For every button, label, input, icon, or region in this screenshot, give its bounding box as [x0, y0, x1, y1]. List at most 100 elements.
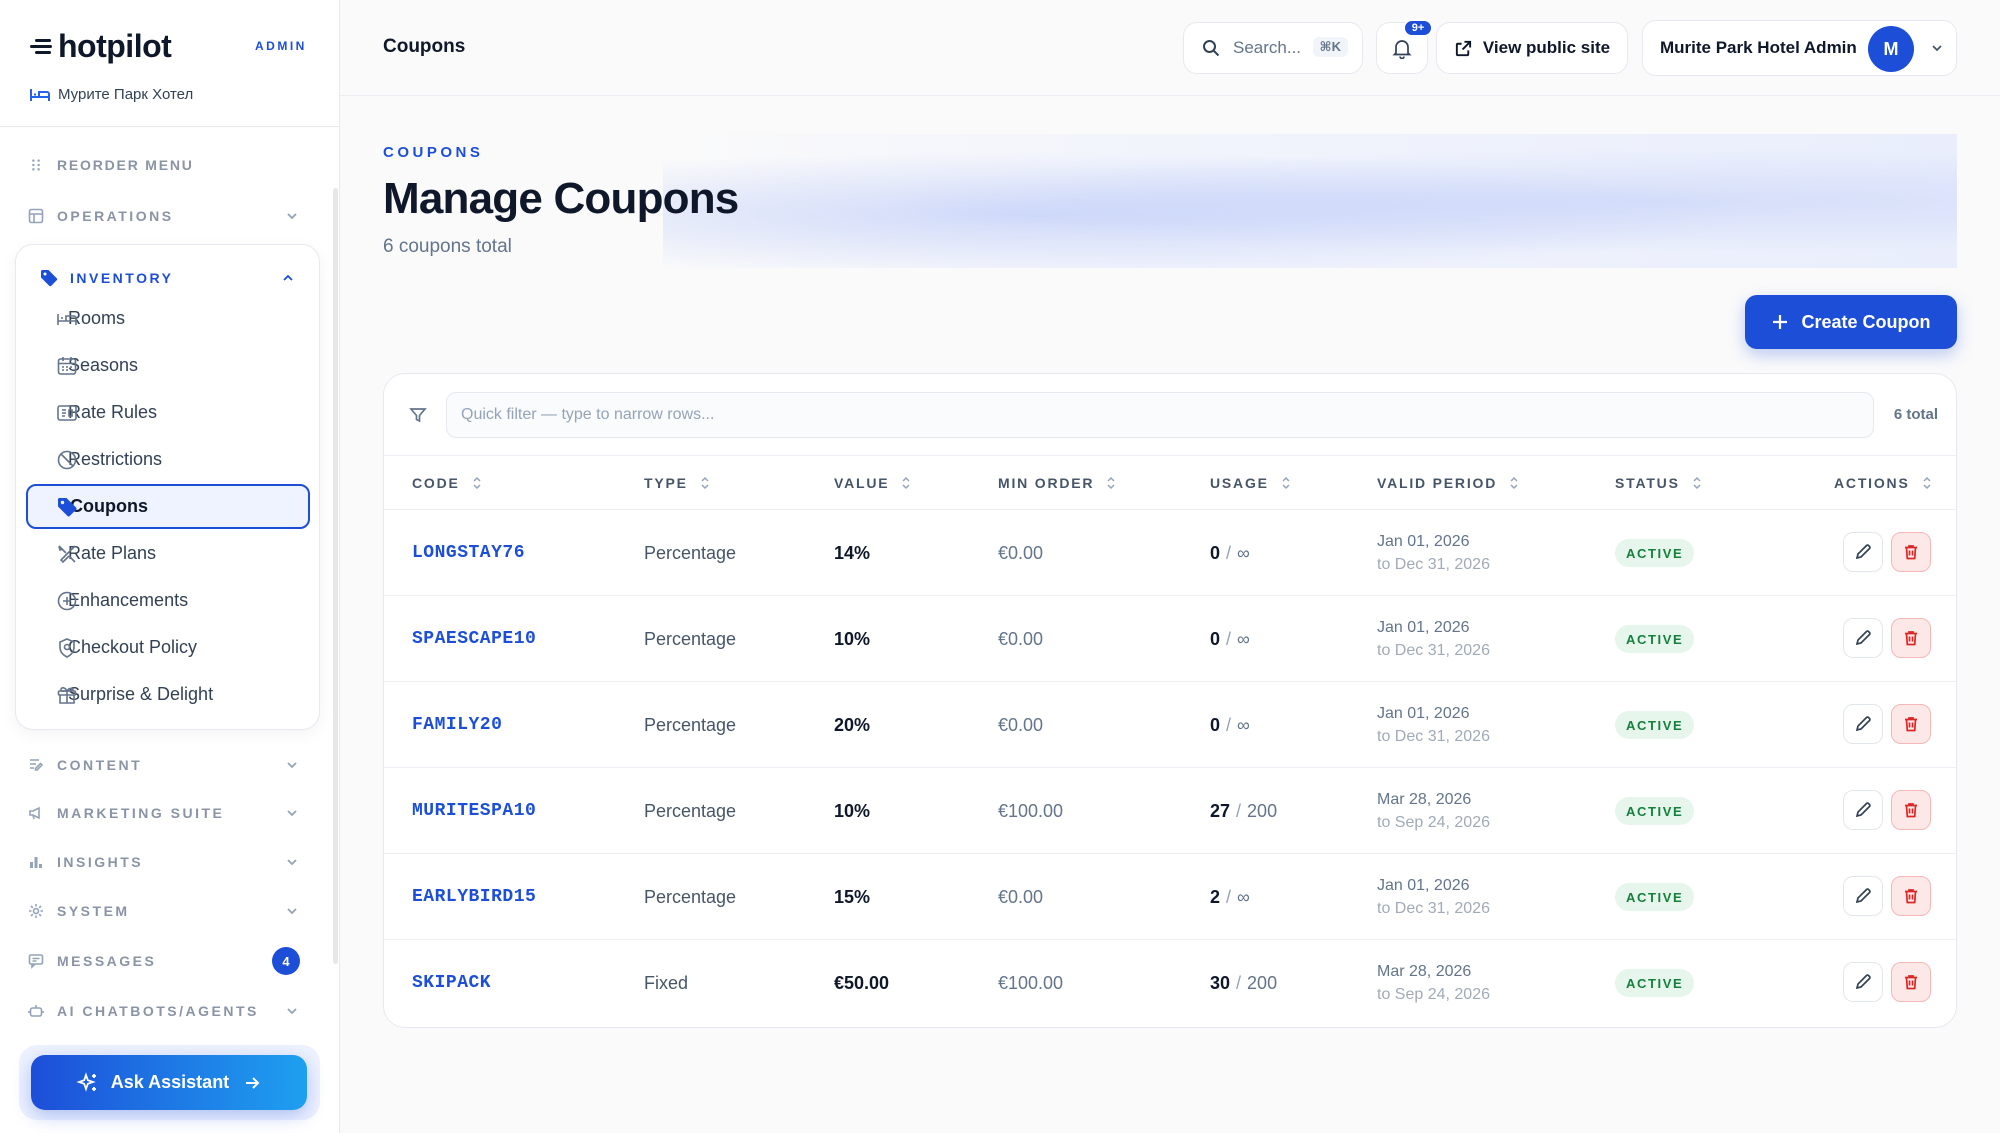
sidebar-item-rooms[interactable]: Rooms — [26, 296, 310, 341]
gear-icon — [28, 903, 44, 919]
table-row[interactable]: EARLYBIRD15 Percentage 15% €0.00 2/∞ Jan… — [384, 854, 1956, 940]
avatar: M — [1868, 26, 1914, 72]
sidebar-scrollbar[interactable] — [333, 188, 338, 964]
nav-section-system[interactable]: SYSTEM — [28, 898, 310, 924]
pencil-icon — [1855, 630, 1871, 646]
table-row[interactable]: MURITESPA10 Percentage 10% €100.00 27/20… — [384, 768, 1956, 854]
trash-icon — [1905, 631, 1917, 646]
nav-section-inventory[interactable]: INVENTORY — [40, 265, 302, 291]
column-header-valid-period[interactable]: VALID PERIOD — [1377, 475, 1519, 491]
column-header-status[interactable]: STATUS — [1615, 475, 1702, 491]
coupon-valid-period: Jan 01, 2026 to Dec 31, 2026 — [1377, 596, 1490, 682]
nav-section-insights[interactable]: INSIGHTS — [28, 849, 310, 875]
sort-icon — [701, 476, 709, 490]
sidebar-item-rate-plans[interactable]: Rate Plans — [26, 531, 310, 576]
tag-icon — [41, 270, 58, 287]
delete-coupon-button[interactable] — [1891, 876, 1931, 916]
ask-assistant-button[interactable]: Ask Assistant — [31, 1055, 307, 1110]
account-menu[interactable]: Murite Park Hotel Admin M — [1642, 20, 1957, 76]
hero-decoration — [663, 134, 1957, 268]
hotel-selector[interactable]: Мурите Парк Хотел — [30, 86, 193, 103]
notifications-button[interactable]: 9+ — [1376, 19, 1433, 74]
nav-section-messages[interactable]: MESSAGES 4 — [28, 947, 310, 975]
bed-icon — [57, 314, 77, 325]
sidebar-item-checkout-policy[interactable]: Checkout Policy — [26, 625, 310, 670]
edit-coupon-button[interactable] — [1843, 532, 1883, 572]
pencil-icon — [1855, 888, 1871, 904]
coupon-usage: 27/200 — [1210, 768, 1277, 854]
delete-coupon-button[interactable] — [1891, 532, 1931, 572]
nav-section-content[interactable]: CONTENT — [28, 752, 310, 778]
coupon-code-link[interactable]: SKIPACK — [412, 940, 491, 1026]
chevron-down-icon — [287, 213, 297, 220]
usage-limit: ∞ — [1237, 886, 1250, 907]
search-button[interactable]: Search... ⌘K — [1183, 22, 1363, 74]
logo-icon — [30, 38, 52, 54]
bed-icon — [30, 88, 50, 101]
coupon-code-link[interactable]: EARLYBIRD15 — [412, 854, 536, 940]
coupon-code-link[interactable]: FAMILY20 — [412, 682, 502, 768]
column-header-actions[interactable]: ACTIONS — [1834, 475, 1932, 491]
column-header-type[interactable]: TYPE — [644, 475, 710, 491]
edit-coupon-button[interactable] — [1843, 618, 1883, 658]
coupon-valid-period: Jan 01, 2026 to Dec 31, 2026 — [1377, 854, 1490, 940]
create-coupon-button[interactable]: Create Coupon — [1745, 295, 1957, 349]
delete-coupon-button[interactable] — [1891, 790, 1931, 830]
coupon-code-link[interactable]: MURITESPA10 — [412, 768, 536, 854]
valid-to: to Sep 24, 2026 — [1377, 986, 1490, 1003]
external-link-icon — [1455, 40, 1471, 56]
valid-to: to Dec 31, 2026 — [1377, 556, 1490, 573]
sidebar-item-enhancements[interactable]: Enhancements — [26, 578, 310, 623]
nav-section-ai-chatbots[interactable]: AI CHATBOTS/AGENTS — [28, 998, 310, 1024]
quick-filter-input[interactable] — [446, 392, 1874, 438]
column-header-min-order[interactable]: MIN ORDER — [998, 475, 1116, 491]
edit-coupon-button[interactable] — [1843, 962, 1883, 1002]
valid-from: Mar 28, 2026 — [1377, 963, 1472, 980]
insights-label: INSIGHTS — [57, 854, 144, 870]
coupon-code-link[interactable]: SPAESCAPE10 — [412, 596, 536, 682]
brand-logo[interactable]: hotpilot — [30, 26, 172, 66]
sort-icon — [902, 476, 910, 490]
reorder-label: REORDER MENU — [57, 157, 194, 173]
coupon-code-link[interactable]: LONGSTAY76 — [412, 510, 525, 596]
edit-coupon-button[interactable] — [1843, 876, 1883, 916]
coupon-min-order: €0.00 — [998, 628, 1044, 649]
edit-coupon-button[interactable] — [1843, 704, 1883, 744]
column-header-value[interactable]: VALUE — [834, 475, 911, 491]
sidebar-item-rate-rules[interactable]: Rate Rules — [26, 390, 310, 435]
delete-coupon-button[interactable] — [1891, 704, 1931, 744]
table-header: CODE TYPE VALUE MIN ORDER USAGE VALID PE… — [384, 456, 1956, 510]
robot-icon — [28, 1003, 44, 1019]
sidebar-item-restrictions[interactable]: Restrictions — [26, 437, 310, 482]
reorder-menu-button[interactable]: REORDER MENU — [28, 152, 310, 178]
trash-icon — [1905, 889, 1917, 904]
nav-section-marketing-suite[interactable]: MARKETING SUITE — [28, 800, 310, 826]
coupon-type: Percentage — [644, 800, 737, 821]
table-row[interactable]: SKIPACK Fixed €50.00 €100.00 30/200 Mar … — [384, 940, 1956, 1026]
table-row[interactable]: SPAESCAPE10 Percentage 10% €0.00 0/∞ Jan… — [384, 596, 1956, 682]
coupon-value: 10% — [834, 628, 871, 649]
coupon-type: Percentage — [644, 628, 737, 649]
view-public-site-button[interactable]: View public site — [1436, 22, 1628, 74]
sidebar-item-surprise-delight[interactable]: Surprise & Delight — [26, 672, 310, 717]
usage-separator: / — [1236, 972, 1242, 993]
delete-coupon-button[interactable] — [1891, 618, 1931, 658]
status-badge: ACTIVE — [1615, 797, 1695, 825]
column-label: STATUS — [1615, 475, 1680, 491]
sidebar-item-coupons[interactable]: Coupons — [26, 484, 310, 529]
column-header-usage[interactable]: USAGE — [1210, 475, 1291, 491]
sort-icon — [1923, 476, 1931, 490]
edit-coupon-button[interactable] — [1843, 790, 1883, 830]
usage-count: 30 — [1210, 972, 1231, 993]
sort-icon — [1510, 476, 1518, 490]
nav-section-operations[interactable]: OPERATIONS — [28, 203, 310, 229]
coupon-min-order: €0.00 — [998, 886, 1044, 907]
sort-icon — [1693, 476, 1701, 490]
table-row[interactable]: FAMILY20 Percentage 20% €0.00 0/∞ Jan 01… — [384, 682, 1956, 768]
sidebar-item-seasons[interactable]: Seasons — [26, 343, 310, 388]
pencil-icon — [1855, 974, 1871, 990]
column-header-code[interactable]: CODE — [412, 475, 482, 491]
valid-to: to Dec 31, 2026 — [1377, 900, 1490, 917]
delete-coupon-button[interactable] — [1891, 962, 1931, 1002]
table-row[interactable]: LONGSTAY76 Percentage 14% €0.00 0/∞ Jan … — [384, 510, 1956, 596]
